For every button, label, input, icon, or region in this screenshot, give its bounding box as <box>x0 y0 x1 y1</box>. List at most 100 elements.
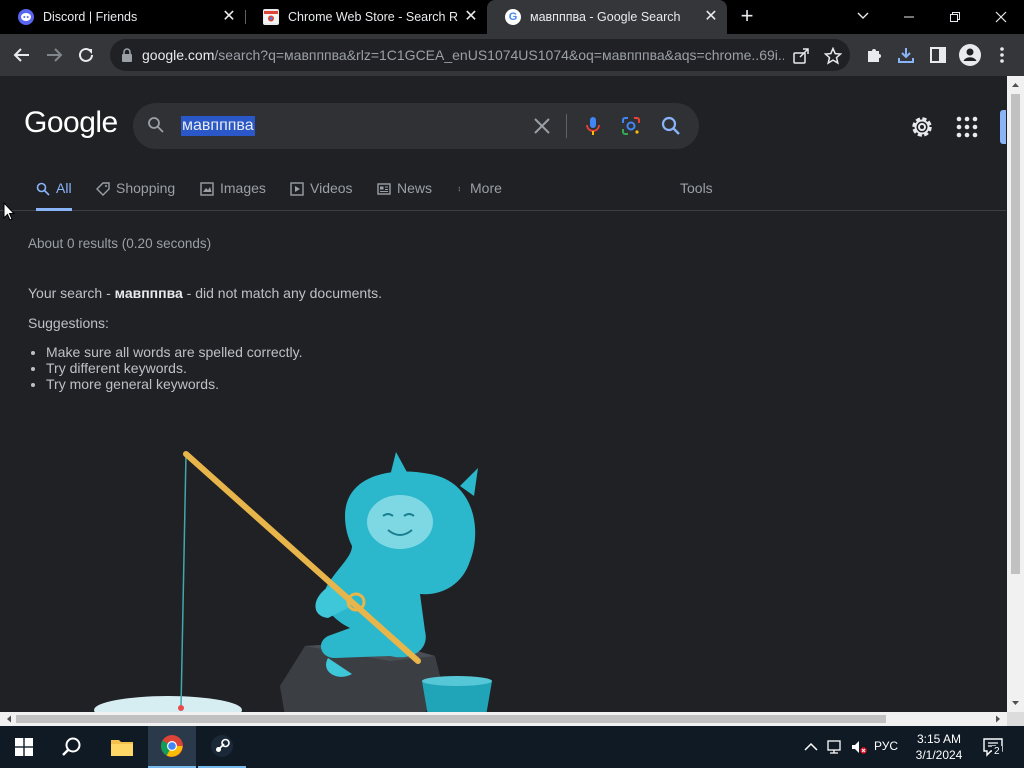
side-panel-icon <box>930 47 946 63</box>
close-tab-icon[interactable]: ✕ <box>463 9 479 25</box>
back-arrow-icon <box>13 48 29 62</box>
google-lens-icon[interactable] <box>619 114 643 138</box>
tab-title: Chrome Web Store - Search Resu <box>288 10 458 24</box>
tab-more[interactable]: More <box>458 180 502 210</box>
tab-title: Discord | Friends <box>43 10 138 24</box>
no-match-query: мавпппва <box>114 285 183 301</box>
search-icon <box>62 737 81 756</box>
windows-logo-icon <box>15 738 33 756</box>
microphone-icon[interactable] <box>581 114 605 138</box>
more-vert-icon <box>458 186 460 192</box>
scroll-right-icon[interactable] <box>993 712 1003 726</box>
forward-button[interactable] <box>42 43 66 67</box>
discord-icon <box>18 9 34 25</box>
vertical-scrollbar[interactable] <box>1007 76 1024 712</box>
clear-search-icon[interactable] <box>531 115 553 137</box>
account-avatar[interactable] <box>1000 110 1006 144</box>
new-tab-button[interactable]: + <box>736 5 758 28</box>
minimize-button[interactable] <box>886 0 932 34</box>
tab-images[interactable]: Images <box>200 180 266 210</box>
close-window-button[interactable] <box>978 0 1024 34</box>
tab-chrome-web-store[interactable]: Chrome Web Store - Search Resu ✕ <box>245 0 487 34</box>
chevron-up-icon[interactable] <box>802 738 820 756</box>
google-logo[interactable]: Google <box>24 106 118 140</box>
share-icon[interactable] <box>792 47 810 65</box>
steam-icon <box>211 735 233 757</box>
search-box[interactable]: мавпппва <box>133 103 699 149</box>
scroll-down-icon[interactable] <box>1007 698 1024 708</box>
profile-avatar-icon <box>959 44 981 66</box>
fishing-monster-illustration <box>94 451 492 712</box>
suggestions-list: Make sure all words are spelled correctl… <box>46 344 303 392</box>
search-icon <box>36 182 50 196</box>
list-item: Try different keywords. <box>46 360 303 376</box>
tab-google-search[interactable]: G мавпппва - Google Search ✕ <box>487 0 727 34</box>
close-tab-icon[interactable]: ✕ <box>703 9 719 25</box>
search-input[interactable]: мавпппва <box>181 116 255 136</box>
tab-label: More <box>470 180 502 196</box>
network-icon[interactable] <box>826 738 844 756</box>
search-icon <box>148 117 164 133</box>
tab-discord[interactable]: Discord | Friends ✕ <box>0 0 245 34</box>
back-button[interactable] <box>10 43 34 67</box>
result-stats: About 0 results (0.20 seconds) <box>28 236 212 251</box>
tab-news[interactable]: News <box>377 180 432 210</box>
tab-label: Tools <box>680 180 713 196</box>
scroll-left-icon[interactable] <box>4 712 14 726</box>
profile-button[interactable] <box>958 43 982 67</box>
tab-label: News <box>397 180 433 196</box>
downloads-button[interactable] <box>894 43 918 67</box>
taskbar-file-explorer[interactable] <box>98 726 146 768</box>
address-bar[interactable]: google.com/search?q=мавпппва&rlz=1C1GCEA… <box>110 39 850 71</box>
puzzle-icon <box>868 49 881 62</box>
tag-icon <box>96 182 110 196</box>
folder-icon <box>111 740 133 756</box>
tab-all[interactable]: All <box>36 180 72 211</box>
side-panel-button[interactable] <box>926 43 950 67</box>
tab-shopping[interactable]: Shopping <box>96 180 175 210</box>
horizontal-scroll-thumb[interactable] <box>16 715 886 723</box>
tab-label: All <box>56 180 72 196</box>
no-match-message: Your search - мавпппва - did not match a… <box>28 285 382 301</box>
reload-icon <box>79 47 93 62</box>
scroll-up-icon[interactable] <box>1007 80 1024 90</box>
search-tabs: All Shopping Images Videos News More Too… <box>0 170 1006 211</box>
tab-title: мавпппва - Google Search <box>530 10 681 24</box>
search-box-divider <box>566 114 567 138</box>
scrollbar-corner <box>1007 712 1024 726</box>
lock-icon[interactable] <box>120 48 134 62</box>
reload-button[interactable] <box>74 43 98 67</box>
google-apps-icon[interactable] <box>956 116 978 138</box>
list-item: Make sure all words are spelled correctl… <box>46 344 303 360</box>
tab-strip: Discord | Friends ✕ Chrome Web Store - S… <box>0 0 1024 34</box>
gear-icon[interactable] <box>909 114 935 140</box>
system-clock[interactable]: 3:15 AM 3/1/2024 <box>908 731 970 763</box>
video-icon <box>290 182 304 196</box>
chrome-menu-button[interactable] <box>990 43 1014 67</box>
tab-label: Shopping <box>116 180 176 196</box>
kebab-menu-icon <box>1000 47 1004 63</box>
tools-button[interactable]: Tools <box>680 180 713 210</box>
close-tab-icon[interactable]: ✕ <box>221 9 237 25</box>
horizontal-scrollbar[interactable] <box>0 712 1007 726</box>
tab-videos[interactable]: Videos <box>290 180 353 210</box>
tab-search-chevron-icon[interactable] <box>840 0 886 34</box>
url-text[interactable]: google.com/search?q=мавпппва&rlz=1C1GCEA… <box>142 47 784 63</box>
extensions-button[interactable] <box>862 43 886 67</box>
volume-muted-icon[interactable] <box>850 738 868 756</box>
clock-date: 3/1/2024 <box>915 748 963 762</box>
taskbar-steam[interactable] <box>198 726 246 768</box>
chrome-icon <box>161 735 183 757</box>
google-search-page: Google мавпппва All Shopping Images Vide… <box>0 76 1024 712</box>
windows-taskbar: РУС 3:15 AM 3/1/2024 2 <box>0 726 1024 768</box>
search-submit-icon[interactable] <box>659 114 683 138</box>
forward-arrow-icon <box>47 48 63 62</box>
bookmark-star-icon[interactable] <box>824 47 842 65</box>
taskbar-search-button[interactable] <box>48 726 96 768</box>
input-language[interactable]: РУС <box>874 739 898 753</box>
notification-count-badge: 2 <box>992 746 1002 757</box>
restore-button[interactable] <box>932 0 978 34</box>
taskbar-chrome[interactable] <box>148 726 196 768</box>
vertical-scroll-thumb[interactable] <box>1011 94 1020 574</box>
start-button[interactable] <box>0 726 48 768</box>
